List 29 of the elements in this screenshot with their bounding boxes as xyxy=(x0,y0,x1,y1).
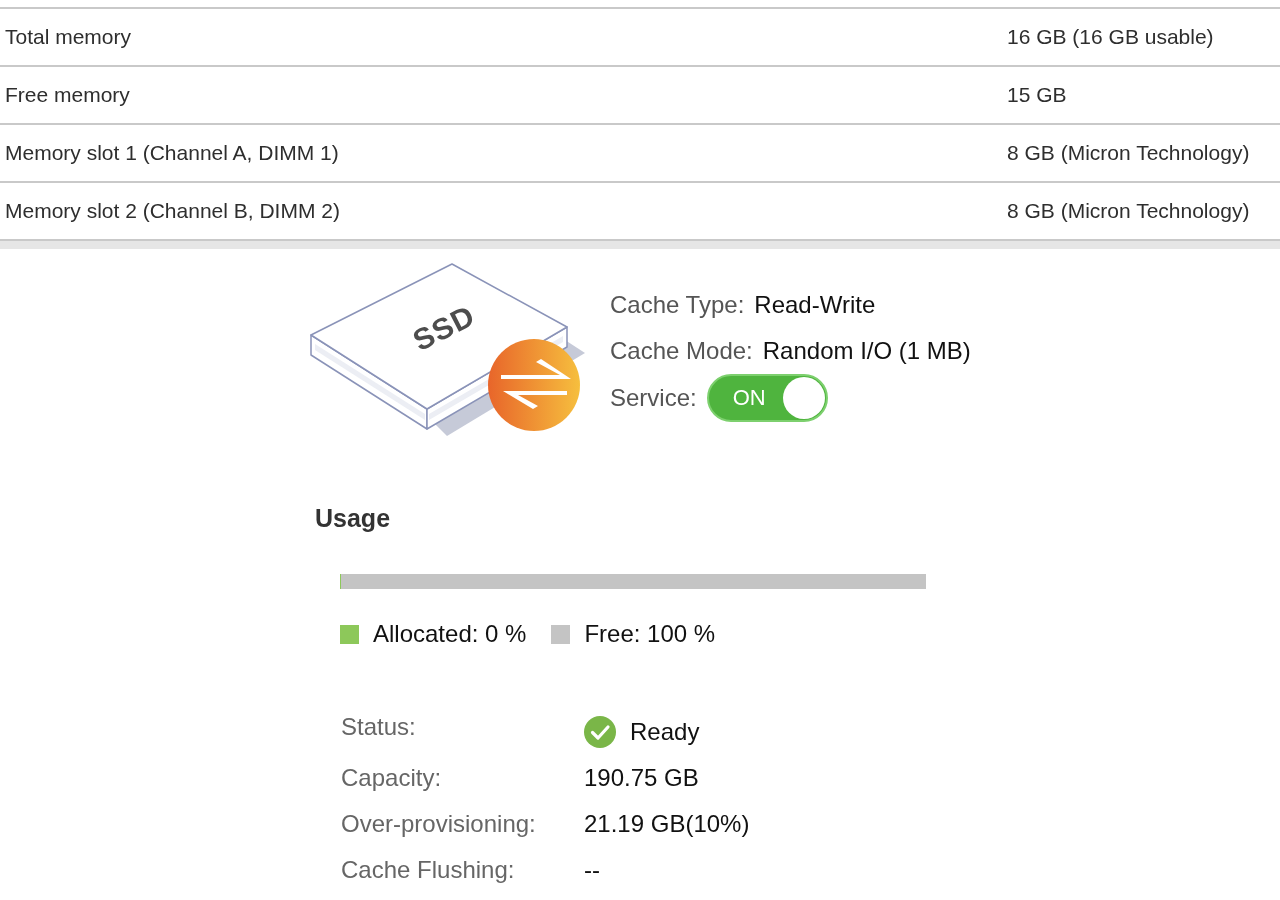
memory-row-value: 16 GB (16 GB usable) xyxy=(1006,25,1214,49)
detail-value: 190.75 GB xyxy=(584,764,699,792)
memory-row-value: 8 GB (Micron Technology) xyxy=(1006,141,1250,165)
memory-row-value: 8 GB (Micron Technology) xyxy=(1006,199,1250,223)
memory-row-label: Memory slot 2 (Channel B, DIMM 2) xyxy=(4,199,340,223)
detail-label: Status: xyxy=(341,713,416,741)
cache-detail-value: Read-Write xyxy=(754,291,876,319)
check-circle-icon xyxy=(584,716,616,748)
cache-detail-value: Random I/O (1 MB) xyxy=(762,337,971,365)
legend-label: Free: 100 % xyxy=(584,621,716,647)
memory-row-value: 15 GB xyxy=(1006,83,1067,107)
toggle-knob[interactable] xyxy=(782,377,825,419)
legend-label: Allocated: 0 % xyxy=(373,621,527,647)
detail-label: Capacity: xyxy=(341,764,442,792)
detail-value: -- xyxy=(584,856,600,884)
detail-label: Over-provisioning: xyxy=(341,810,536,838)
memory-row-label: Memory slot 1 (Channel A, DIMM 1) xyxy=(4,141,339,165)
cache-detail-label: Service: xyxy=(610,384,697,412)
detail-value: Ready xyxy=(630,718,700,746)
cache-detail-label: Cache Mode: xyxy=(610,337,753,365)
memory-row-label: Total memory xyxy=(4,25,132,49)
cache-detail-label: Cache Type: xyxy=(610,291,745,319)
swap-arrows-icon xyxy=(488,339,580,431)
memory-row-label: Free memory xyxy=(4,83,130,107)
ssd-label: SSD xyxy=(407,298,481,358)
service-toggle[interactable]: ON xyxy=(706,374,828,422)
usage-heading: Usage xyxy=(315,503,391,533)
detail-label: Cache Flushing: xyxy=(341,856,515,884)
detail-value: 21.19 GB(10%) xyxy=(584,810,750,838)
